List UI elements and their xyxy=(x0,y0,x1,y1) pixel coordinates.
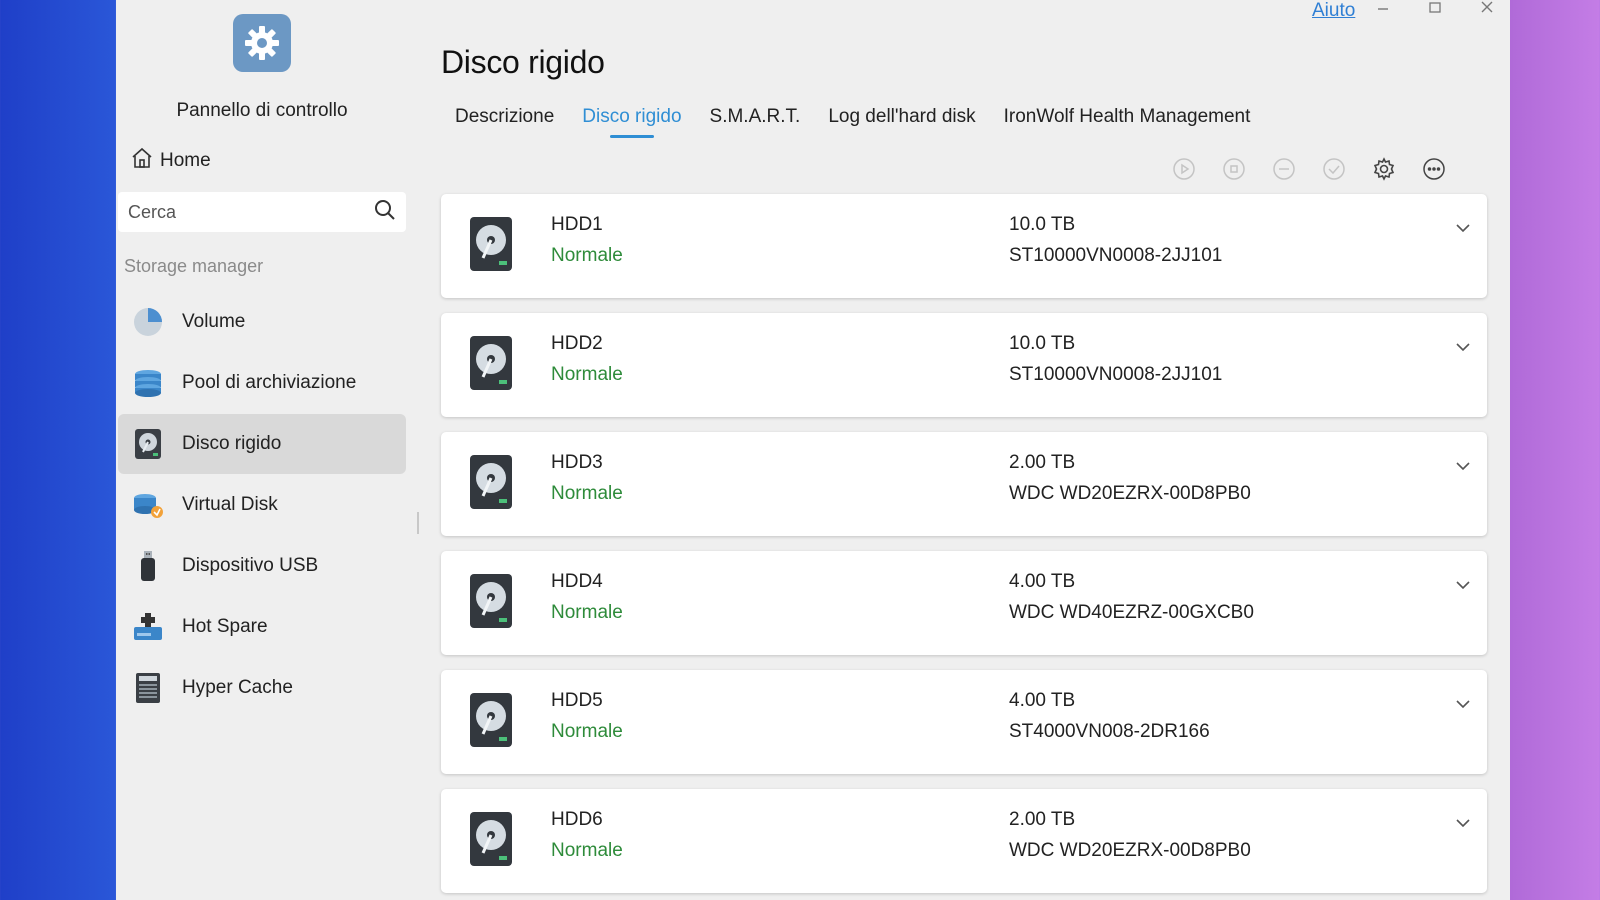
disk-model: ST10000VN0008-2JJ101 xyxy=(1009,364,1223,385)
disk-card-hdd5[interactable]: HDD5 Normale 4.00 TB ST4000VN008-2DR166 xyxy=(441,670,1487,774)
disk-card-hdd1[interactable]: HDD1 Normale 10.0 TB ST10000VN0008-2JJ10… xyxy=(441,194,1487,298)
sidebar-item-label: Disco rigido xyxy=(182,433,282,454)
sidebar-item-label: Hyper Cache xyxy=(182,677,293,698)
sidebar-resize-handle[interactable] xyxy=(417,512,419,534)
virtual-disk-icon xyxy=(132,489,164,521)
home-link[interactable]: Home xyxy=(130,146,211,176)
disk-status: Normale xyxy=(551,602,623,623)
sidebar-item-volume[interactable]: Volume xyxy=(118,292,406,352)
sidebar-item-label: Virtual Disk xyxy=(182,494,278,515)
sidebar-item-disco-rigido[interactable]: Disco rigido xyxy=(118,414,406,474)
page-title: Disco rigido xyxy=(441,44,605,80)
check-circle-icon[interactable] xyxy=(1322,157,1346,181)
sidebar-item-pool[interactable]: Pool di archiviazione xyxy=(118,353,406,413)
disk-size: 2.00 TB xyxy=(1009,452,1076,473)
disk-name: HDD4 xyxy=(551,571,603,592)
database-stack-icon xyxy=(132,367,164,399)
sidebar-item-label: Volume xyxy=(182,311,246,332)
disk-model: WDC WD20EZRX-00D8PB0 xyxy=(1009,483,1251,504)
disk-status: Normale xyxy=(551,245,623,266)
gear-icon[interactable] xyxy=(1372,157,1396,181)
chevron-down-icon[interactable] xyxy=(1453,813,1473,833)
section-title: Storage manager xyxy=(124,256,264,276)
sidebar-item-virtual-disk[interactable]: Virtual Disk xyxy=(118,475,406,535)
minus-circle-icon[interactable] xyxy=(1272,157,1296,181)
disk-card-hdd2[interactable]: HDD2 Normale 10.0 TB ST10000VN0008-2JJ10… xyxy=(441,313,1487,417)
chevron-down-icon[interactable] xyxy=(1453,694,1473,714)
sidebar: Pannello di controllo Home Storage manag… xyxy=(116,0,419,900)
disk-size: 4.00 TB xyxy=(1009,690,1076,711)
disk-name: HDD5 xyxy=(551,690,603,711)
tab-bar: Descrizione Disco rigido S.M.A.R.T. Log … xyxy=(455,106,1250,138)
chevron-down-icon[interactable] xyxy=(1453,575,1473,595)
disk-name: HDD3 xyxy=(551,452,603,473)
disk-model: WDC WD40EZRZ-00GXCB0 xyxy=(1009,602,1254,623)
ssd-cache-icon xyxy=(132,672,164,704)
tab-ironwolf[interactable]: IronWolf Health Management xyxy=(1004,106,1251,138)
toolbar xyxy=(1172,157,1446,181)
app-window: Pannello di controllo Home Storage manag… xyxy=(116,0,1510,900)
disk-name: HDD2 xyxy=(551,333,603,354)
tab-log[interactable]: Log dell'hard disk xyxy=(828,106,975,138)
disk-size: 4.00 TB xyxy=(1009,571,1076,592)
hard-disk-icon xyxy=(469,454,513,510)
more-icon[interactable] xyxy=(1422,157,1446,181)
disk-model: ST10000VN0008-2JJ101 xyxy=(1009,245,1223,266)
help-link[interactable]: Aiuto xyxy=(1312,0,1355,22)
tab-descrizione[interactable]: Descrizione xyxy=(455,106,554,138)
disk-status: Normale xyxy=(551,840,623,861)
hard-disk-icon xyxy=(469,335,513,391)
disk-card-hdd3[interactable]: HDD3 Normale 2.00 TB WDC WD20EZRX-00D8PB… xyxy=(441,432,1487,536)
minimize-icon[interactable] xyxy=(1376,0,1390,19)
control-panel-gear-icon xyxy=(233,14,291,72)
hot-spare-icon xyxy=(132,611,164,643)
hard-disk-icon xyxy=(469,692,513,748)
sidebar-item-label: Dispositivo USB xyxy=(182,555,319,576)
sidebar-item-hyper-cache[interactable]: Hyper Cache xyxy=(118,658,406,718)
disk-status: Normale xyxy=(551,483,623,504)
sidebar-item-hot-spare[interactable]: Hot Spare xyxy=(118,597,406,657)
disk-size: 10.0 TB xyxy=(1009,214,1076,235)
disk-name: HDD1 xyxy=(551,214,603,235)
disk-size: 2.00 TB xyxy=(1009,809,1076,830)
chevron-down-icon[interactable] xyxy=(1453,218,1473,238)
home-icon xyxy=(130,146,154,176)
chevron-down-icon[interactable] xyxy=(1453,337,1473,357)
tab-disco-rigido[interactable]: Disco rigido xyxy=(582,106,682,138)
search-input[interactable] xyxy=(128,201,374,223)
home-label: Home xyxy=(160,150,211,171)
disk-model: ST4000VN008-2DR166 xyxy=(1009,721,1210,742)
pie-chart-icon xyxy=(132,306,164,338)
hard-disk-icon xyxy=(469,216,513,272)
disk-size: 10.0 TB xyxy=(1009,333,1076,354)
hard-disk-icon xyxy=(469,573,513,629)
hard-disk-icon xyxy=(469,811,513,867)
stop-icon[interactable] xyxy=(1222,157,1246,181)
search-icon[interactable] xyxy=(374,199,396,226)
sidebar-item-label: Hot Spare xyxy=(182,616,268,637)
usb-drive-icon xyxy=(132,550,164,582)
hard-disk-icon xyxy=(132,428,164,460)
disk-status: Normale xyxy=(551,364,623,385)
close-icon[interactable] xyxy=(1480,0,1494,19)
disk-card-hdd4[interactable]: HDD4 Normale 4.00 TB WDC WD40EZRZ-00GXCB… xyxy=(441,551,1487,655)
disk-status: Normale xyxy=(551,721,623,742)
disk-list: HDD1 Normale 10.0 TB ST10000VN0008-2JJ10… xyxy=(441,194,1487,900)
disk-name: HDD6 xyxy=(551,809,603,830)
app-title: Pannello di controllo xyxy=(176,100,348,121)
maximize-icon[interactable] xyxy=(1428,0,1442,19)
play-icon[interactable] xyxy=(1172,157,1196,181)
tab-smart[interactable]: S.M.A.R.T. xyxy=(710,106,801,138)
sidebar-item-label: Pool di archiviazione xyxy=(182,372,357,393)
search-box xyxy=(118,192,406,232)
disk-card-hdd6[interactable]: HDD6 Normale 2.00 TB WDC WD20EZRX-00D8PB… xyxy=(441,789,1487,893)
sidebar-item-usb[interactable]: Dispositivo USB xyxy=(118,536,406,596)
chevron-down-icon[interactable] xyxy=(1453,456,1473,476)
disk-model: WDC WD20EZRX-00D8PB0 xyxy=(1009,840,1251,861)
sidebar-nav: Volume Pool di archiviazione Disco rigid… xyxy=(118,292,406,719)
